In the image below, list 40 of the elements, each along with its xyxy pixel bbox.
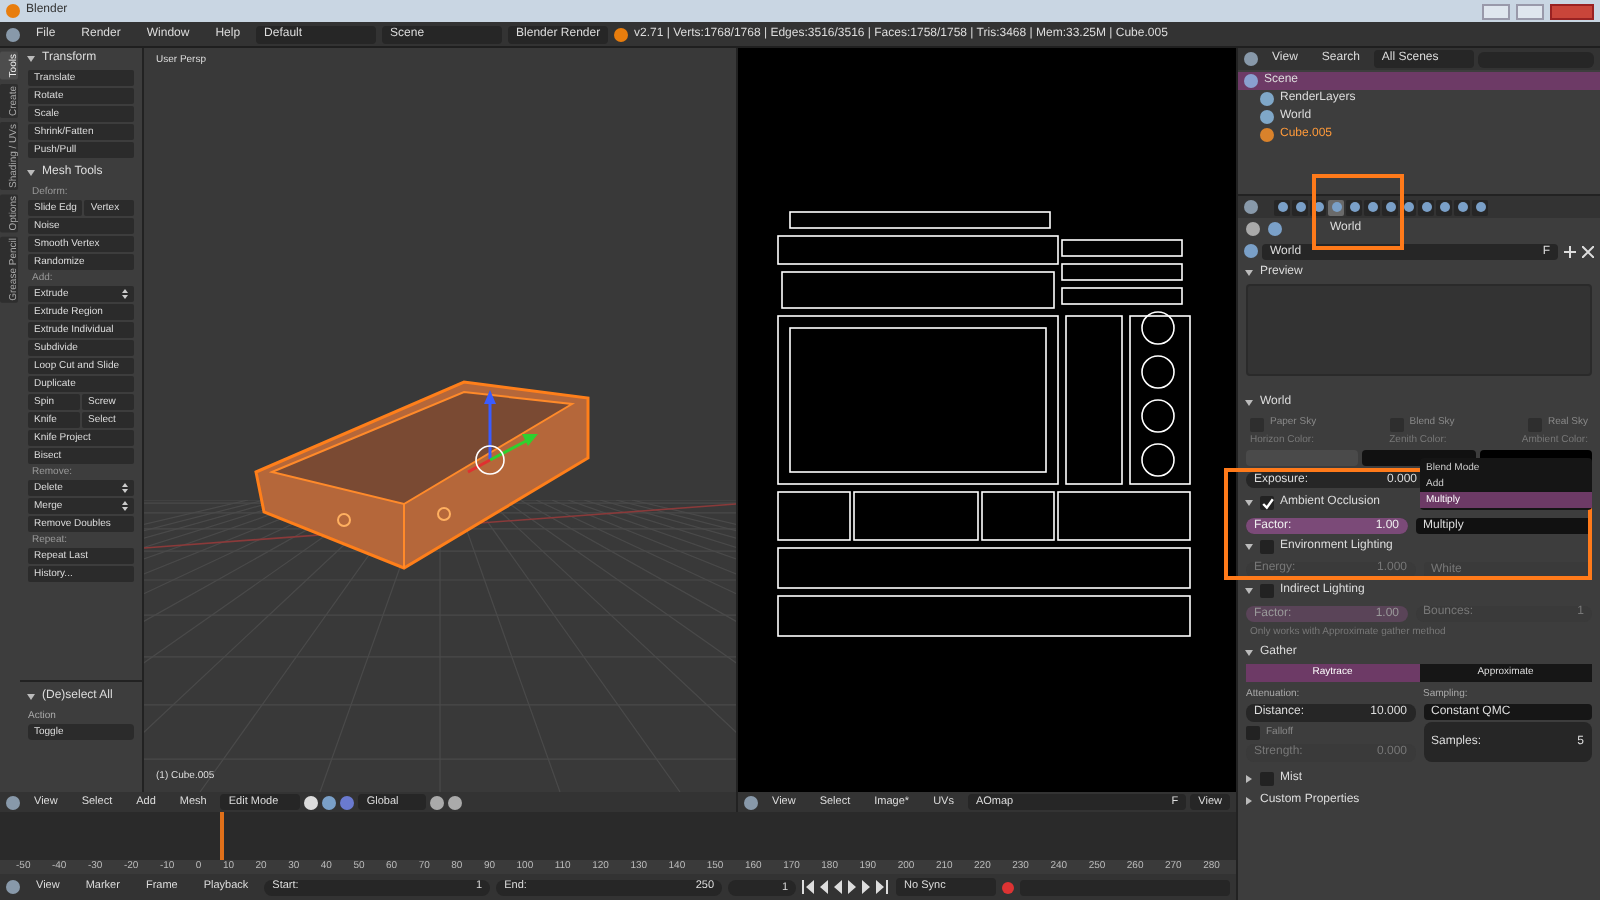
disclosure-triangle-icon[interactable] [26,692,36,702]
disclosure-triangle-icon[interactable] [26,54,36,64]
checkbox[interactable] [1260,496,1274,510]
horizon-color-swatch[interactable] [1246,450,1359,466]
transform-gizmo-icon[interactable] [464,388,540,480]
record-icon[interactable] [1002,881,1015,893]
uv-image-editor[interactable] [736,48,1236,792]
disclosure-triangle-icon[interactable] [1244,586,1254,596]
disclosure-triangle-icon[interactable] [1244,774,1254,784]
context-tab[interactable] [1346,199,1362,215]
annotation-frame [1312,174,1404,250]
context-tab[interactable] [1328,199,1344,215]
dropdown-arrows-icon [122,482,128,494]
context-tab[interactable] [1436,199,1452,215]
close-icon[interactable] [1580,244,1594,258]
dropdown-arrows-icon [122,288,128,300]
dropdown-arrows-icon [122,500,128,512]
context-tab[interactable] [1382,199,1398,215]
disclosure-triangle-icon[interactable] [1244,648,1254,658]
context-tab[interactable] [1292,199,1308,215]
search-field[interactable] [1477,51,1594,67]
current-frame-marker[interactable] [220,812,224,860]
checkbox[interactable] [1246,726,1260,740]
checkbox[interactable] [1260,584,1274,598]
checkbox[interactable] [1260,540,1274,554]
disclosure-triangle-icon[interactable] [1244,796,1254,806]
playback-controls-icon[interactable] [802,880,891,894]
context-tab[interactable] [1472,199,1488,215]
context-tab[interactable] [1454,199,1470,215]
context-tab[interactable] [1418,199,1434,215]
disclosure-triangle-icon[interactable] [1244,398,1254,408]
context-tab[interactable] [1274,199,1290,215]
context-tab[interactable] [1364,199,1380,215]
add-icon[interactable] [1562,244,1576,258]
close-button[interactable] [1550,3,1594,19]
checkbox[interactable] [1260,772,1274,786]
disclosure-triangle-icon[interactable] [26,168,36,178]
disclosure-triangle-icon[interactable] [1244,268,1254,278]
disclosure-triangle-icon[interactable] [1244,498,1254,508]
disclosure-triangle-icon[interactable] [1244,542,1254,552]
